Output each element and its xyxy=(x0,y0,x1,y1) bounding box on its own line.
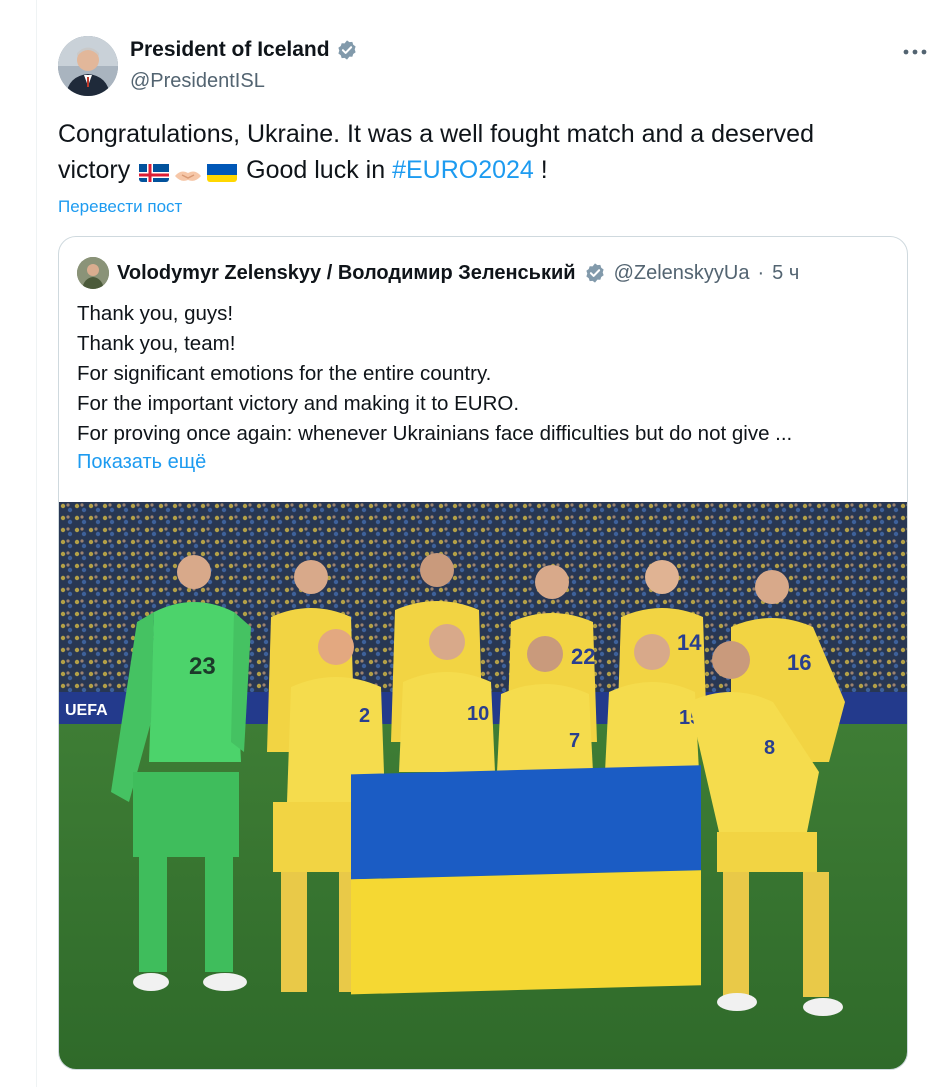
quoted-line: For proving once again: whenever Ukraini… xyxy=(77,422,793,445)
more-options-button[interactable] xyxy=(898,38,932,66)
verified-badge-icon xyxy=(584,262,606,284)
quoted-author-handle[interactable]: @ZelenskyyUa xyxy=(614,262,750,285)
quoted-post-time[interactable]: 5 ч xyxy=(772,262,799,285)
ukraine-flag-image xyxy=(351,765,701,995)
uefa-banner-text: UEFA xyxy=(65,702,108,719)
quoted-line: For significant emotions for the entire … xyxy=(77,362,492,385)
quoted-line: Thank you, team! xyxy=(77,332,236,355)
more-horizontal-icon xyxy=(903,49,927,55)
quoted-line: For the important victory and making it … xyxy=(77,392,520,415)
translate-post-link[interactable]: Перевести пост xyxy=(58,197,182,217)
quoted-author-name[interactable]: Volodymyr Zelenskyy / Володимир Зеленськ… xyxy=(117,262,576,285)
post-text: Congratulations, Ukraine. It was a well … xyxy=(58,116,888,188)
post-text-good-luck: Good luck in xyxy=(246,156,386,184)
author-handle[interactable]: @PresidentISL xyxy=(130,70,265,93)
quoted-post[interactable]: Volodymyr Zelenskyy / Володимир Зеленськ… xyxy=(58,236,908,1070)
player-number: 14 xyxy=(677,630,702,655)
player-number: 7 xyxy=(569,730,580,752)
handshake-emoji xyxy=(173,160,203,182)
verified-badge-icon xyxy=(336,39,358,61)
team-photo[interactable]: UEFA 23 22 14 16 2 10 7 15 8 xyxy=(59,502,907,1069)
hashtag-link[interactable]: #EURO2024 xyxy=(392,156,534,184)
quoted-post-header: Volodymyr Zelenskyy / Володимир Зеленськ… xyxy=(77,257,799,289)
show-more-link[interactable]: Показать ещё xyxy=(77,451,206,474)
author-display-name[interactable]: President of Iceland xyxy=(130,38,330,62)
author-avatar[interactable] xyxy=(58,36,118,96)
quoted-post-text: Thank you, guys! Thank you, team! For si… xyxy=(77,299,892,449)
player-number: 23 xyxy=(189,653,216,680)
quoted-author-avatar[interactable] xyxy=(77,257,109,289)
player-number: 22 xyxy=(571,644,595,669)
separator-dot: · xyxy=(757,261,765,284)
quoted-line: Thank you, guys! xyxy=(77,302,234,325)
ukraine-flag-emoji xyxy=(207,160,238,182)
post[interactable]: President of Iceland @PresidentISL Congr… xyxy=(36,0,950,1087)
player-number: 10 xyxy=(467,703,489,725)
author-name-row[interactable]: President of Iceland xyxy=(130,38,358,62)
player-number: 8 xyxy=(764,737,775,759)
player-number: 2 xyxy=(359,705,370,727)
player-number: 16 xyxy=(787,650,811,675)
post-text-end: ! xyxy=(540,156,548,184)
iceland-flag-emoji xyxy=(139,160,170,182)
